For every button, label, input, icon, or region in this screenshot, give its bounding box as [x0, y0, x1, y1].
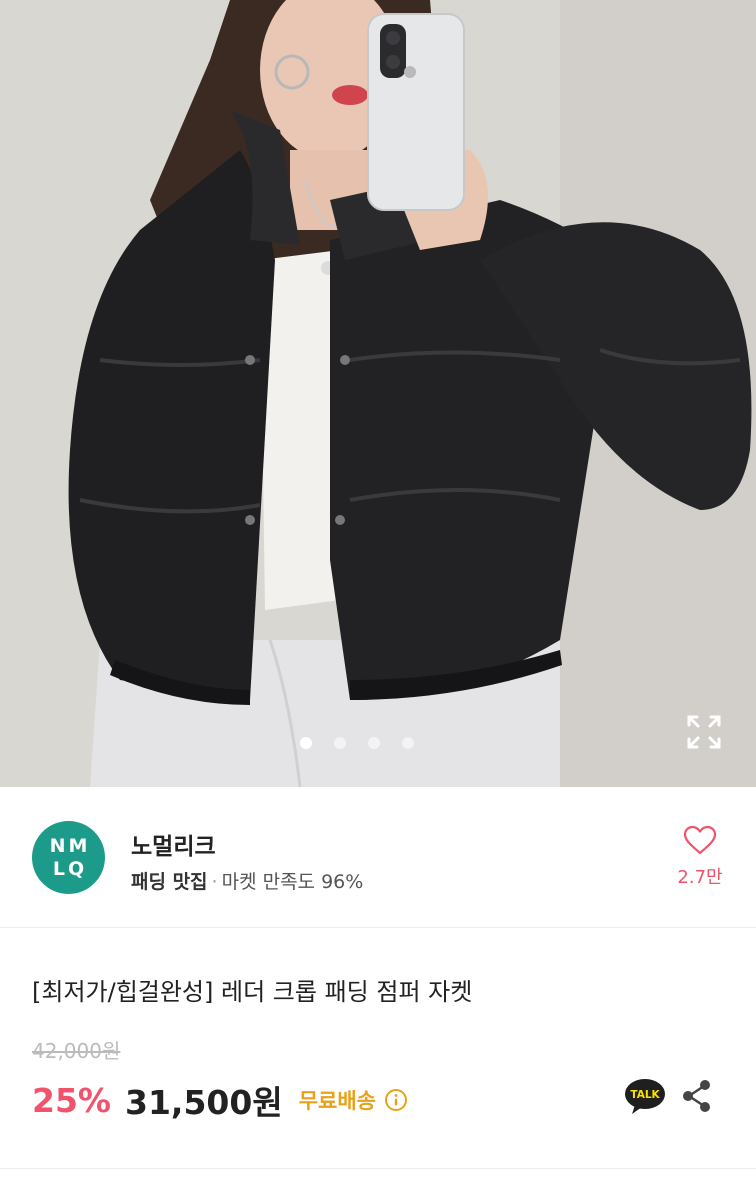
- seller-section: NM LQ 노멀리크 패딩 맛집 · 마켓 만족도 96% 2.7만: [0, 787, 756, 928]
- gallery-pagination: [300, 737, 414, 749]
- seller-satisfaction: 마켓 만족도 96%: [221, 871, 364, 893]
- seller-logo[interactable]: NM LQ: [32, 821, 105, 894]
- talk-label: TALK: [630, 1089, 660, 1101]
- expand-icon: [687, 715, 721, 749]
- gallery-dot[interactable]: [368, 737, 380, 749]
- meta-separator: ·: [211, 871, 218, 893]
- sale-price: 31,500원: [125, 1083, 283, 1122]
- gallery-dot[interactable]: [300, 737, 312, 749]
- price-row: 25% 31,500원 무료배송: [32, 1076, 408, 1124]
- product-title: [최저가/힙걸완성] 레더 크롭 패딩 점퍼 자켓: [32, 978, 473, 1006]
- like-count: 2.7만: [677, 867, 723, 888]
- shipping-info-button[interactable]: [384, 1088, 408, 1112]
- original-price: 42,000원: [32, 1039, 121, 1063]
- like-button[interactable]: 2.7만: [670, 825, 730, 889]
- product-info-section: [최저가/힙걸완성] 레더 크롭 패딩 점퍼 자켓 42,000원 25% 31…: [0, 928, 756, 1170]
- kakao-talk-button[interactable]: TALK: [624, 1077, 666, 1117]
- seller-logo-line: LQ: [52, 857, 88, 880]
- share-icon: [683, 1080, 710, 1112]
- expand-image-button[interactable]: [686, 714, 722, 750]
- seller-name[interactable]: 노멀리크: [131, 827, 216, 861]
- kakao-talk-icon: TALK: [625, 1079, 665, 1114]
- section-divider: [0, 1168, 756, 1201]
- gallery-dot[interactable]: [334, 737, 346, 749]
- heart-icon: [683, 825, 717, 855]
- info-icon: [385, 1089, 407, 1111]
- seller-tag: 패딩 맛집: [131, 871, 208, 893]
- discount-rate: 25%: [32, 1080, 111, 1120]
- free-shipping-badge: 무료배송: [298, 1089, 376, 1113]
- seller-meta: 패딩 맛집 · 마켓 만족도 96%: [131, 867, 363, 894]
- product-image-gallery[interactable]: [0, 0, 756, 787]
- seller-logo-line: NM: [49, 834, 91, 857]
- product-photo: [0, 0, 756, 787]
- gallery-dot[interactable]: [402, 737, 414, 749]
- share-button[interactable]: [682, 1079, 712, 1113]
